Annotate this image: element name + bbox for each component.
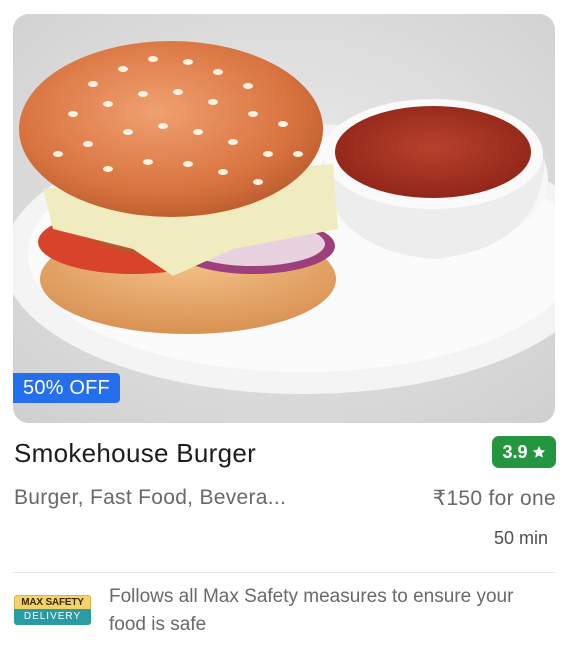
delivery-time: 50 min bbox=[493, 528, 548, 548]
divider bbox=[13, 572, 555, 573]
restaurant-title[interactable]: Smokehouse Burger bbox=[14, 438, 256, 469]
cuisine-list: Burger, Fast Food, Bevera... bbox=[14, 486, 287, 509]
rating-value: 3.9 bbox=[502, 441, 528, 462]
max-safety-logo: MAX SAFETY DELIVERY bbox=[14, 595, 91, 625]
restaurant-card[interactable]: 50% OFF Smokehouse Burger 3.9 Burger, Fa… bbox=[0, 0, 570, 651]
safety-message: Follows all Max Safety measures to ensur… bbox=[109, 586, 514, 635]
burger-photo bbox=[13, 14, 555, 423]
rating-badge: 3.9 bbox=[492, 436, 556, 468]
safety-logo-top: MAX SAFETY bbox=[14, 595, 91, 609]
dish-image[interactable] bbox=[13, 14, 555, 423]
offer-badge: 50% OFF bbox=[13, 373, 120, 403]
star-icon bbox=[532, 446, 545, 458]
price-for-one: ₹150 for one bbox=[432, 487, 556, 510]
safety-logo-bottom: DELIVERY bbox=[14, 609, 91, 625]
